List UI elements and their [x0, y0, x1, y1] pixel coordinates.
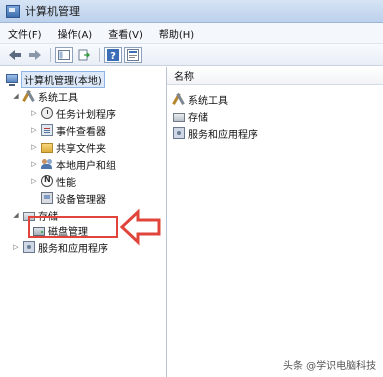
red-arrow-icon — [119, 208, 161, 246]
help-button[interactable]: ? — [104, 46, 122, 63]
toolbar-separator — [99, 47, 100, 62]
console-tree-icon — [58, 49, 70, 60]
highlight-box — [28, 216, 118, 238]
list-item-label: 存储 — [188, 112, 208, 124]
tree-item-device-manager[interactable]: 设备管理器 — [41, 190, 106, 206]
tree-item-label: 系统工具 — [38, 92, 78, 104]
shared-folder-icon — [41, 143, 53, 153]
tree-item-services-apps[interactable]: ▷ 服务和应用程序 — [12, 239, 108, 255]
column-header-label: 名称 — [174, 72, 194, 83]
expand-triangle-icon[interactable]: ▷ — [30, 160, 38, 168]
task-scheduler-icon — [41, 107, 53, 119]
expand-triangle-icon[interactable]: ▷ — [30, 109, 38, 117]
help-icon: ? — [107, 48, 119, 61]
collapse-triangle-icon[interactable]: ◢ — [12, 92, 20, 100]
menu-bar: 文件(F) 操作(A) 查看(V) 帮助(H) — [0, 23, 383, 44]
expand-triangle-icon[interactable]: ▷ — [30, 126, 38, 134]
tree-item-label: 事件查看器 — [56, 126, 106, 138]
system-tools-icon — [23, 90, 35, 102]
tree-item-label: 性能 — [56, 177, 76, 189]
tree-item-label: 本地用户和组 — [56, 160, 116, 172]
tree-item-label: 共享文件夹 — [56, 143, 106, 155]
menu-file[interactable]: 文件(F) — [0, 26, 50, 41]
computer-icon — [6, 73, 18, 86]
title-bar: 计算机管理 — [0, 0, 383, 23]
list-item-system-tools[interactable]: 系统工具 — [173, 91, 228, 107]
device-manager-icon — [41, 192, 53, 204]
watermark-text: 头条 @学识电脑科技 — [283, 361, 377, 372]
toolbar-separator — [50, 47, 51, 62]
window-title: 计算机管理 — [25, 5, 80, 18]
users-icon — [41, 158, 53, 170]
back-arrow-icon — [9, 49, 21, 60]
tree-item-root[interactable]: 计算机管理(本地) — [6, 70, 105, 88]
menu-help[interactable]: 帮助(H) — [151, 26, 202, 41]
expand-triangle-icon[interactable]: ▷ — [30, 143, 38, 151]
computer-management-icon — [6, 4, 20, 18]
tree-item-performance[interactable]: ▷ 性能 — [30, 173, 76, 189]
back-button[interactable] — [6, 47, 24, 63]
tree-item-task-scheduler[interactable]: ▷ 任务计划程序 — [30, 105, 116, 121]
watermark: 头条 @学识电脑科技 — [283, 357, 376, 372]
event-viewer-icon — [41, 124, 53, 136]
storage-icon — [173, 112, 185, 122]
details-pane: 名称 系统工具 存储 服务和应用程序 — [167, 67, 383, 377]
performance-icon — [41, 175, 53, 187]
collapse-triangle-icon[interactable]: ◢ — [12, 211, 20, 219]
list-item-label: 服务和应用程序 — [188, 129, 258, 141]
tree-item-label: 设备管理器 — [56, 194, 106, 206]
list-item-label: 系统工具 — [188, 95, 228, 107]
export-icon — [78, 49, 90, 60]
menu-view[interactable]: 查看(V) — [100, 26, 151, 41]
show-tree-button[interactable] — [55, 46, 73, 63]
properties-button[interactable] — [124, 46, 142, 63]
tree-item-label: 服务和应用程序 — [38, 243, 108, 255]
list-item-services-apps[interactable]: 服务和应用程序 — [173, 125, 258, 141]
tree-item-event-viewer[interactable]: ▷ 事件查看器 — [30, 122, 106, 138]
tree-item-label: 计算机管理(本地) — [21, 70, 105, 88]
tree-item-local-users[interactable]: ▷ 本地用户和组 — [30, 156, 116, 172]
tree-item-shared-folders[interactable]: ▷ 共享文件夹 — [30, 139, 106, 155]
tree-item-system-tools[interactable]: ◢ 系统工具 — [12, 88, 78, 104]
properties-icon — [127, 48, 139, 61]
column-header-name[interactable]: 名称 — [167, 67, 383, 85]
svg-text:?: ? — [110, 51, 116, 61]
services-icon — [173, 127, 185, 139]
services-icon — [23, 241, 35, 253]
expand-triangle-icon[interactable]: ▷ — [30, 177, 38, 185]
forward-arrow-icon — [29, 49, 41, 60]
export-list-button[interactable] — [75, 47, 93, 63]
system-tools-icon — [173, 93, 185, 105]
list-item-storage[interactable]: 存储 — [173, 108, 208, 124]
expand-triangle-icon[interactable]: ▷ — [12, 243, 20, 251]
forward-button[interactable] — [26, 47, 44, 63]
menu-action[interactable]: 操作(A) — [50, 26, 101, 41]
tree-item-label: 任务计划程序 — [56, 109, 116, 121]
toolbar: ? — [0, 44, 383, 66]
